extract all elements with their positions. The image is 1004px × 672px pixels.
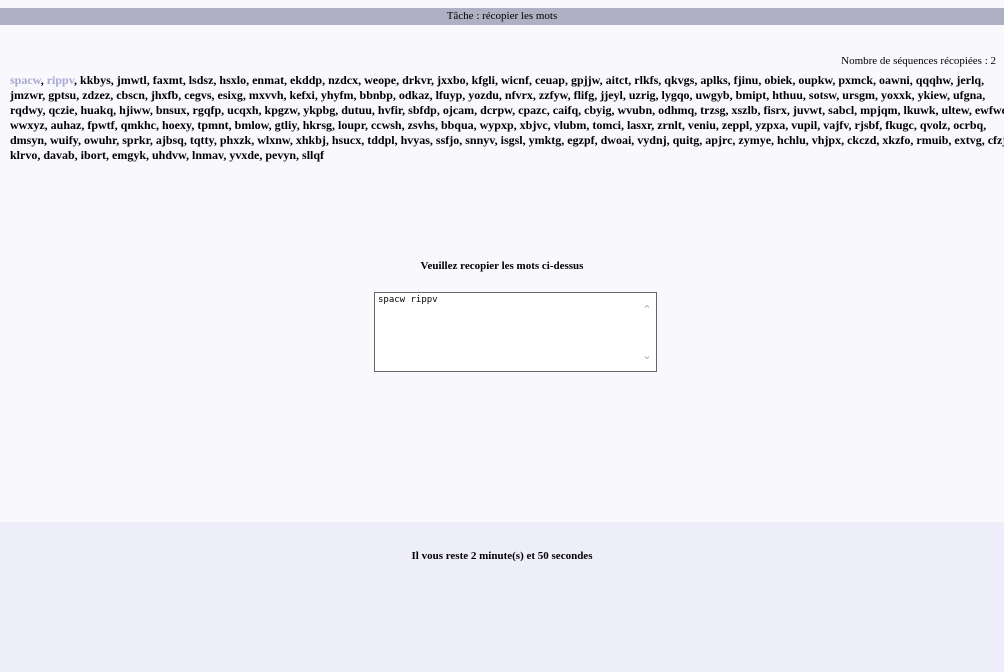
chevron-up-icon[interactable]: ⌃ bbox=[640, 303, 654, 317]
title-bar: Tâche : récopier les mots bbox=[0, 8, 1004, 25]
word-list: spacw, rippv, kkbys, jmwtl, faxmt, lsdsz… bbox=[10, 73, 1004, 163]
timer-text: Il vous reste 2 minute(s) et 50 secondes bbox=[411, 550, 593, 562]
footer-panel: Il vous reste 2 minute(s) et 50 secondes bbox=[0, 522, 1004, 672]
chevron-down-icon[interactable]: ⌄ bbox=[640, 349, 654, 363]
done-word: rippv bbox=[46, 73, 75, 87]
answer-textarea[interactable]: spacw rippv bbox=[374, 292, 657, 372]
remaining-words: kkbys, jmwtl, faxmt, lsdsz, hsxlo, enmat… bbox=[10, 73, 1004, 162]
done-word: spacw bbox=[10, 73, 41, 87]
sequence-counter: Nombre de séquences récopiées : 2 bbox=[841, 55, 996, 67]
instruction-label: Veuillez recopier les mots ci-dessus bbox=[420, 260, 584, 272]
page-title: Tâche : récopier les mots bbox=[446, 10, 558, 22]
